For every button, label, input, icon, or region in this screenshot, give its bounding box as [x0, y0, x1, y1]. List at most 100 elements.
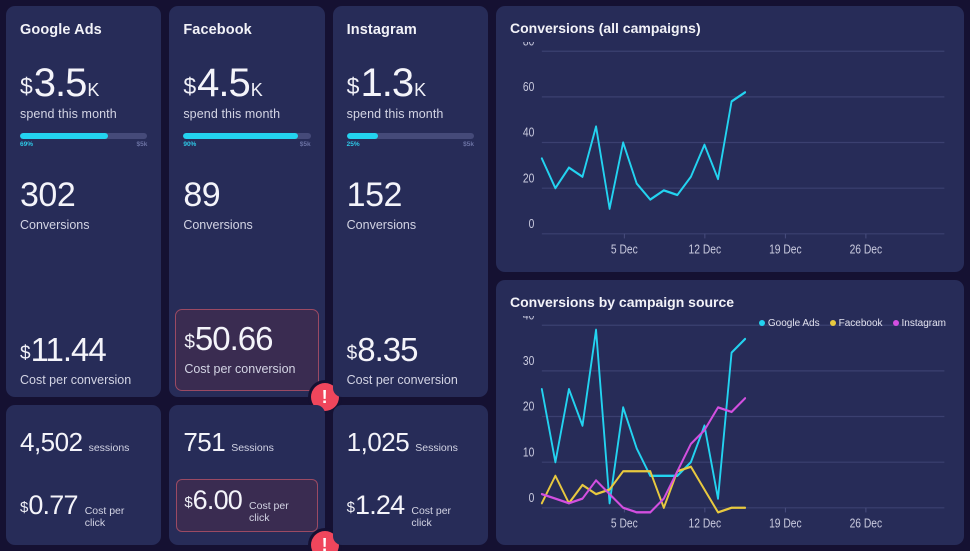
channel-title: Facebook: [183, 22, 252, 38]
budget-progress: 25% $5k: [346, 133, 474, 148]
channel-title: Instagram: [346, 22, 417, 38]
y-axis-tick-label: 10: [523, 446, 534, 459]
series-line-conversions: [540, 91, 747, 210]
y-axis-tick-label: 0: [529, 218, 535, 231]
cost-per-click-metric: $ 0.77 Cost per click: [20, 490, 147, 529]
legend-item-google-ads[interactable]: Google Ads: [758, 318, 820, 329]
sessions-metric: 751 Sessions: [183, 427, 310, 458]
cost-per-conversion-label: Cost per conversion: [20, 373, 132, 387]
series-line-facebook: [540, 465, 747, 513]
budget-percent-label: 69%: [20, 141, 34, 148]
chart-plot-area: 0 20 40 60 80 5 Dec 12 Dec 19 Dec 26 Dec: [510, 42, 950, 262]
currency-symbol: $: [184, 494, 193, 511]
sessions-label: sessions: [88, 442, 130, 454]
budget-progress-fill: [346, 133, 379, 139]
cost-per-conversion-value: 11.44: [30, 331, 107, 368]
x-axis-tick-label: 19 Dec: [769, 517, 802, 530]
y-axis-tick-label: 60: [523, 81, 534, 94]
chart-zone: Conversions (all campaigns) 0 20 40 60 80 5 D…: [496, 6, 964, 545]
x-axis-tick-label: 19 Dec: [769, 244, 802, 257]
legend-color-dot-icon: [758, 320, 765, 326]
sessions-value: 4,502: [20, 427, 83, 457]
channel-card-google-ads[interactable]: Google Ads $ 3.5 K spend this month 69%: [6, 6, 162, 397]
cost-per-click-label: Cost per click: [411, 505, 452, 529]
conversions-metric: 89 Conversions: [183, 178, 310, 232]
legend-label: Instagram: [901, 317, 946, 329]
kpi-zone: Google Ads $ 3.5 K spend this month 69%: [6, 6, 488, 551]
chart-plot-area: 0 10 20 30 40 5 Dec 12 Dec 19 Dec 26 Dec Google …: [510, 316, 950, 536]
x-axis-tick-label: 5 Dec: [611, 517, 638, 530]
x-axis-tick-label: 12 Dec: [689, 517, 722, 530]
kpi-row-top: Google Ads $ 3.5 K spend this month 69%: [6, 6, 488, 411]
cost-per-click-value: 6.00: [192, 485, 243, 515]
sessions-label: Sessions: [231, 442, 274, 454]
cost-per-click-value: 0.77: [28, 490, 78, 520]
cost-per-click-label: Cost per click: [84, 505, 125, 529]
conversions-metric: 302 Conversions: [20, 178, 147, 232]
legend-item-facebook[interactable]: Facebook: [829, 318, 883, 329]
cost-per-conversion-value: 8.35: [357, 331, 418, 368]
cost-per-conversion-metric: $ 8.35 Cost per conversion: [347, 333, 474, 387]
spend-suffix: K: [414, 80, 427, 100]
budget-percent-label: 25%: [346, 141, 360, 148]
traffic-card-instagram[interactable]: 1,025 Sessions $ 1.24 Cost per click: [332, 405, 488, 545]
sessions-value: 1,025: [346, 427, 410, 457]
budget-progress: 90% $5k: [183, 133, 311, 148]
cost-per-conversion-label: Cost per conversion: [184, 362, 296, 376]
x-axis-tick-label: 12 Dec: [689, 244, 722, 257]
sessions-metric: 4,502 sessions: [20, 427, 147, 458]
chart-card-conversions-all[interactable]: Conversions (all campaigns) 0 20 40 60 80 5 D…: [496, 6, 964, 272]
cost-per-conversion-metric-alert[interactable]: $ 50.66 Cost per conversion: [175, 309, 319, 391]
budget-progress-fill: [183, 133, 298, 139]
spend-amount: 3.5: [33, 61, 88, 105]
currency-symbol: $: [184, 332, 195, 353]
sessions-value: 751: [183, 427, 226, 457]
spend-label: spend this month: [183, 107, 281, 121]
budget-progress-track: [20, 133, 148, 139]
traffic-card-facebook[interactable]: 751 Sessions $ 6.00 Cost per click !: [169, 405, 339, 551]
conversions-label: Conversions: [183, 218, 253, 232]
budget-progress-fill: [20, 133, 108, 139]
kpi-row-bottom: 4,502 sessions $ 0.77 Cost per click 751…: [6, 405, 488, 551]
conversions-value: 89: [183, 176, 221, 214]
chart-legend: Google Ads Facebook Instagram: [758, 317, 946, 329]
cost-per-click-metric-alert[interactable]: $ 6.00 Cost per click: [176, 479, 318, 532]
channel-card-instagram[interactable]: Instagram $ 1.3 K spend this month 25% $…: [332, 6, 488, 397]
currency-symbol: $: [183, 73, 197, 99]
y-axis-tick-label: 80: [523, 42, 534, 49]
budget-progress: 69% $5k: [20, 133, 148, 148]
line-chart-svg: 0 10 20 30 40 5 Dec 12 Dec 19 Dec 26 Dec: [523, 316, 945, 530]
cost-per-conversion-metric: $ 11.44 Cost per conversion: [20, 333, 147, 387]
y-axis-tick-label: 40: [523, 127, 534, 140]
y-axis-tick-label: 30: [523, 355, 534, 368]
spend-suffix: K: [87, 80, 100, 100]
sessions-metric: 1,025 Sessions: [347, 427, 474, 458]
budget-percent-label: 90%: [183, 141, 197, 148]
conversions-label: Conversions: [20, 218, 90, 232]
line-chart-svg: 0 20 40 60 80 5 Dec 12 Dec 19 Dec 26 Dec: [523, 42, 945, 257]
currency-symbol: $: [346, 499, 355, 516]
channel-card-facebook[interactable]: Facebook $ 4.5 K spend this month 90% $5…: [169, 6, 339, 411]
chart-title: Conversions (all campaigns): [510, 20, 701, 36]
y-axis-tick-label: 0: [529, 492, 535, 505]
traffic-card-google-ads[interactable]: 4,502 sessions $ 0.77 Cost per click: [6, 405, 162, 545]
currency-symbol: $: [20, 499, 29, 516]
y-axis-tick-label: 20: [523, 400, 534, 413]
dashboard-root: Google Ads $ 3.5 K spend this month 69%: [0, 0, 970, 551]
x-axis-tick-label: 26 Dec: [850, 244, 883, 257]
spend-stat: $ 3.5 K: [20, 61, 147, 105]
conversions-value: 152: [346, 176, 403, 214]
sessions-label: Sessions: [415, 442, 458, 454]
conversions-value: 302: [20, 176, 76, 214]
x-axis-tick-label: 5 Dec: [611, 244, 638, 257]
currency-symbol: $: [20, 73, 33, 99]
conversions-metric: 152 Conversions: [347, 178, 474, 232]
legend-item-instagram[interactable]: Instagram: [892, 317, 946, 329]
cost-per-click-value: 1.24: [355, 490, 405, 520]
spend-suffix: K: [250, 80, 263, 100]
budget-progress-track: [346, 133, 474, 139]
budget-progress-track: [183, 133, 311, 139]
currency-symbol: $: [346, 343, 358, 364]
currency-symbol: $: [346, 73, 360, 99]
chart-card-conversions-by-source[interactable]: Conversions by campaign source 0 10 20 30 40…: [496, 279, 964, 545]
